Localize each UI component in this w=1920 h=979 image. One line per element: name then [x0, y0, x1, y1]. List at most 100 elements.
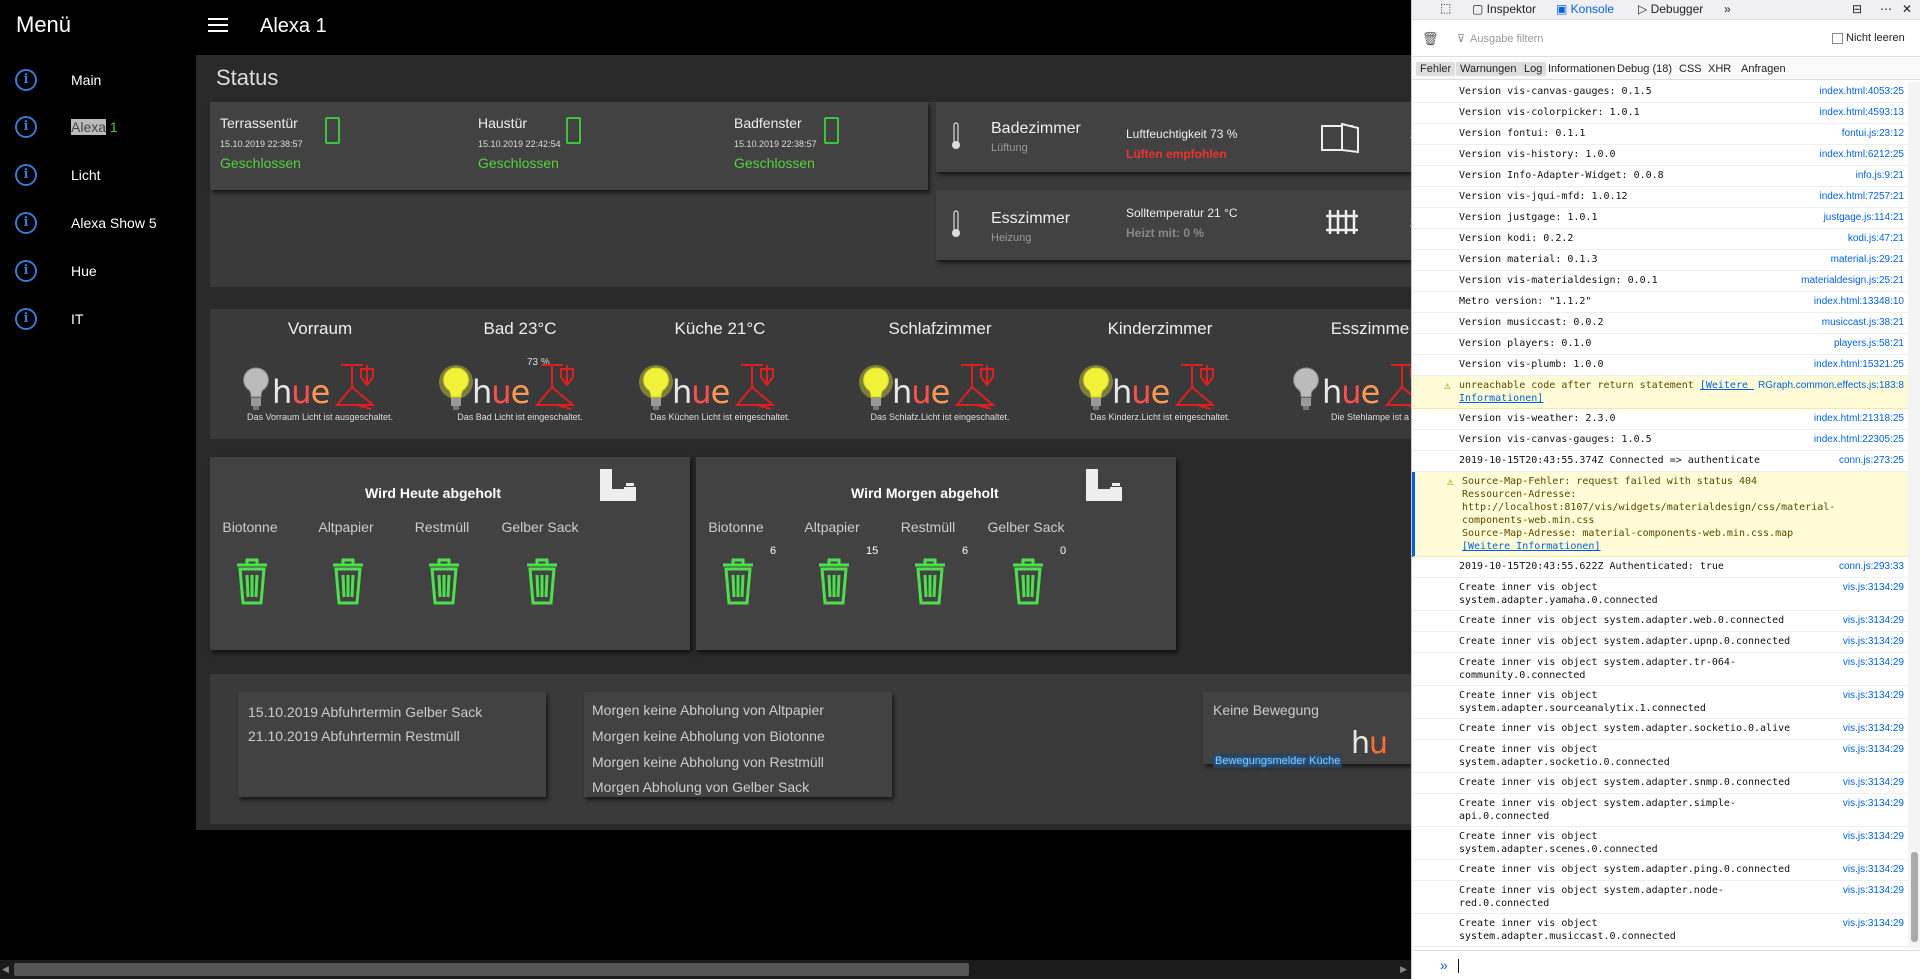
source-link[interactable]: material.js:29:21 [1831, 253, 1904, 266]
console-categories: Fehler Warnungen Log Informationen Debug… [1412, 58, 1920, 80]
cat-errors[interactable]: Fehler [1416, 62, 1456, 76]
door-name: Terrassentür [220, 115, 298, 131]
cat-requests[interactable]: Anfragen [1737, 62, 1790, 76]
cat-xhr[interactable]: XHR [1704, 62, 1735, 76]
source-link[interactable]: index.html:13348:10 [1814, 295, 1904, 308]
source-link[interactable]: info.js:9:21 [1856, 169, 1904, 182]
source-link[interactable]: vis.js:3134:29 [1843, 689, 1904, 702]
scrollbar-thumb[interactable] [1911, 852, 1918, 942]
horizontal-scrollbar[interactable]: ◀ ▶ [0, 960, 1411, 979]
console-input[interactable]: » [1412, 950, 1920, 979]
light-item[interactable]: Bad 23°C 73 % hue Das Bad Licht ist eingesc… [410, 309, 630, 429]
source-link[interactable]: vis.js:3134:29 [1843, 830, 1904, 843]
source-link[interactable]: conn.js:293:33 [1839, 560, 1904, 573]
source-link[interactable]: vis.js:3134:29 [1843, 722, 1904, 735]
sidebar-item-alexa-1[interactable]: i Alexa 1 [0, 108, 196, 148]
source-link[interactable]: index.html:15321:25 [1814, 358, 1904, 371]
sidebar-item-alexa-show-5[interactable]: i Alexa Show 5 [0, 204, 196, 244]
cat-log[interactable]: Log [1520, 62, 1547, 76]
source-link[interactable]: vis.js:3134:29 [1843, 743, 1904, 756]
console-scrollbar[interactable] [1908, 82, 1920, 948]
door-name: Haustür [478, 115, 528, 131]
scrollbar-thumb[interactable] [14, 963, 969, 976]
filter-icon: ⊽ [1457, 33, 1466, 45]
cat-info[interactable]: Informationen [1544, 62, 1619, 76]
scroll-right-icon[interactable]: ▶ [1400, 964, 1407, 975]
light-name: Vorraum [287, 319, 353, 338]
tab-console[interactable]: ▣ Konsole [1556, 2, 1614, 16]
light-name: Kinderzimmer [1107, 319, 1213, 338]
bin-name: Restmüll [900, 519, 956, 535]
source-link[interactable]: RGraph.common.effects.js:183:8 [1758, 379, 1904, 392]
console-message: Version vis-jqui-mfd: 1.0.12 index.html:7… [1412, 187, 1908, 208]
source-link[interactable]: vis.js:3134:29 [1843, 884, 1904, 897]
sidebar-item-licht[interactable]: i Licht [0, 156, 196, 196]
hue-logo: hue [1322, 373, 1380, 411]
source-link[interactable]: vis.js:3134:29 [1843, 581, 1904, 594]
tab-debugger[interactable]: ▷ Debugger [1638, 2, 1703, 16]
sidebar-item-label: Hue [71, 263, 97, 279]
source-link[interactable]: conn.js:273:25 [1839, 454, 1904, 467]
tab-inspector[interactable]: ▢ Inspektor [1472, 2, 1536, 16]
source-link[interactable]: vis.js:3134:29 [1843, 797, 1904, 810]
source-link[interactable]: fontui.js:23:12 [1842, 127, 1904, 140]
console-warning: ⚠ Source-Map-Fehler: request failed with … [1412, 472, 1908, 557]
cat-debug[interactable]: Debug (18) [1613, 62, 1676, 76]
persist-logs-checkbox[interactable]: Nicht leeren [1832, 32, 1905, 44]
bulb-icon [1079, 365, 1113, 410]
overflow-menu-icon[interactable]: ⋯ [1880, 2, 1892, 16]
sidebar-item-hue[interactable]: i Hue [0, 252, 196, 292]
more-tabs-icon[interactable]: » [1724, 2, 1731, 16]
light-item[interactable]: Esszimme hue Die Stehlampe ist a [1260, 309, 1411, 429]
source-link[interactable]: kodi.js:47:21 [1848, 232, 1904, 245]
waste-today-card: Wird Heute abgeholt Biotonne Altpapier Res… [210, 457, 690, 650]
light-item[interactable]: Kinderzimmer hue Das Kinderz.Licht ist ein… [1050, 309, 1270, 429]
hamburger-menu-icon[interactable] [208, 18, 228, 34]
info-icon: i [15, 308, 37, 330]
room-sub: Lüftung [991, 142, 1028, 154]
console-message: Create inner vis object system.adapter.s… [1412, 719, 1908, 740]
source-link[interactable]: index.html:4053:25 [1819, 85, 1904, 98]
source-link[interactable]: justgage.js:114:21 [1824, 211, 1904, 224]
close-icon[interactable]: ✕ [1902, 2, 1912, 16]
hue-logo: hue [472, 373, 530, 411]
source-link[interactable]: musiccast.js:38:21 [1822, 316, 1904, 329]
source-link[interactable]: vis.js:3134:29 [1843, 776, 1904, 789]
light-item[interactable]: Küche 21°C hue Das Küchen Licht ist einges… [610, 309, 830, 429]
source-link[interactable]: vis.js:3134:29 [1843, 917, 1904, 930]
source-link[interactable]: index.html:22305:25 [1814, 433, 1904, 446]
console-message: Create inner vis object system.adapter.s… [1412, 740, 1908, 773]
source-link[interactable]: index.html:21318:25 [1814, 412, 1904, 425]
phone-icon [824, 117, 839, 144]
scroll-left-icon[interactable]: ◀ [2, 964, 9, 975]
cat-css[interactable]: CSS [1675, 62, 1706, 76]
main-content: Status Terrassentür 15.10.2019 22:38:57 … [196, 55, 1411, 830]
dock-icon[interactable]: ⊟ [1852, 2, 1862, 16]
info-icon: i [15, 116, 37, 138]
source-link[interactable]: index.html:4593:13 [1819, 106, 1904, 119]
source-link[interactable]: players.js:58:21 [1834, 337, 1904, 350]
console-message: Version vis-materialdesign: 0.0.1 materia… [1412, 271, 1908, 292]
element-picker-icon[interactable]: ⬚ [1440, 1, 1451, 15]
room-heating: Heizt mit: 0 % [1126, 226, 1205, 240]
light-item[interactable]: Vorraum hue Das Vorraum Licht ist ausgesch… [210, 309, 430, 429]
filter-input[interactable]: Ausgabe filtern [1470, 33, 1543, 45]
light-item[interactable]: Schlafzimmer hue Das Schlafz.Licht ist ein… [830, 309, 1050, 429]
console-message: Version vis-weather: 2.3.0 index.html:213… [1412, 409, 1908, 430]
source-link[interactable]: index.html:7257:21 [1819, 190, 1904, 203]
tomorrow-info-line: Morgen Abholung von Gelber Sack [592, 779, 810, 795]
source-link[interactable]: index.html:6212:25 [1819, 148, 1904, 161]
sidebar-item-main[interactable]: i Main [0, 61, 196, 101]
tomorrow-info-line: Morgen keine Abholung von Altpapier [592, 702, 824, 718]
warning-icon: ⚠ [1447, 475, 1454, 488]
source-link[interactable]: materialdesign.js:25:21 [1801, 274, 1904, 287]
source-link[interactable]: vis.js:3134:29 [1843, 614, 1904, 627]
cat-warnings[interactable]: Warnungen [1456, 62, 1521, 76]
source-link[interactable]: vis.js:3134:29 [1843, 656, 1904, 669]
more-info-link[interactable]: [Weitere Informationen] [1462, 541, 1600, 552]
source-link[interactable]: vis.js:3134:29 [1843, 635, 1904, 648]
source-link[interactable]: vis.js:3134:29 [1843, 863, 1904, 876]
lights-card: Vorraum hue Das Vorraum Licht ist ausgesch… [210, 309, 1411, 429]
sidebar-item-it[interactable]: i IT [0, 300, 196, 340]
trash-icon[interactable]: 🗑 [1422, 31, 1439, 47]
